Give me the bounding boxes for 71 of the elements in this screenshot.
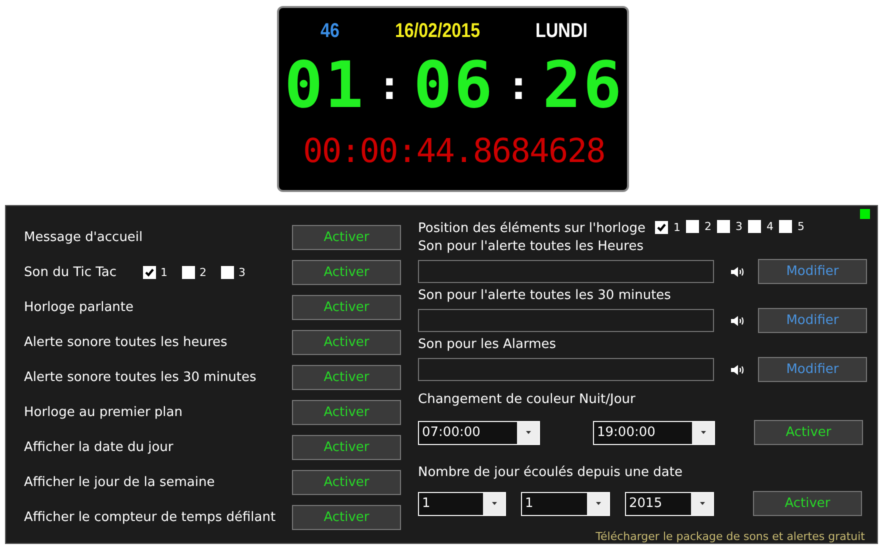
setting-label: Afficher le compteur de temps défilant	[24, 510, 276, 525]
speaker-icon[interactable]	[730, 266, 746, 278]
checkbox[interactable]	[686, 220, 700, 233]
checkbox[interactable]	[779, 220, 792, 233]
time-digits: 06	[413, 51, 495, 121]
sound-file-field[interactable]	[418, 260, 714, 283]
activate-button[interactable]: Activer	[292, 365, 401, 390]
activate-button[interactable]: Activer	[292, 225, 401, 250]
setting-label: Alerte sonore toutes les heures	[24, 335, 228, 350]
sound-file-field[interactable]	[418, 358, 714, 381]
setting-label: Message d'accueil	[24, 230, 143, 245]
activate-button[interactable]: Activer	[292, 330, 401, 355]
activate-button[interactable]: Activer	[292, 470, 401, 495]
activate-button[interactable]: Activer	[292, 295, 401, 320]
setting-label: Afficher la date du jour	[24, 440, 174, 455]
activate-button[interactable]: Activer	[754, 420, 863, 445]
caret-icon	[700, 431, 706, 434]
caret-icon	[700, 502, 704, 505]
modify-button[interactable]: Modifier	[758, 259, 867, 284]
setting-label: Changement de couleur Nuit/Jour	[418, 392, 636, 408]
weekday-text: LUNDI	[536, 20, 588, 43]
setting-label: Horloge parlante	[24, 300, 134, 315]
modify-button[interactable]: Modifier	[758, 308, 867, 333]
setting-label: Son pour l'alerte toutes les Heures	[418, 239, 644, 255]
setting-label: Horloge au premier plan	[24, 405, 182, 420]
checkbox-label: 5	[797, 220, 804, 233]
activate-button[interactable]: Activer	[753, 491, 862, 516]
setting-label: Position des éléments sur l'horloge	[418, 220, 646, 236]
checkbox-label: 2	[704, 220, 712, 233]
time-separator: :	[506, 62, 531, 111]
checkbox-label: 1	[160, 266, 168, 279]
dropdown-field[interactable]: 2015	[625, 492, 714, 516]
time-separator: :	[377, 62, 402, 111]
modify-button[interactable]: Modifier	[758, 357, 867, 382]
checkbox-label: 2	[200, 266, 207, 279]
setting-label: Nombre de jour écoulés depuis une date	[418, 465, 684, 481]
setting-label: Alerte sonore toutes les 30 minutes	[24, 370, 256, 385]
setting-label: Son pour l'alerte toutes les 30 minutes	[418, 288, 672, 304]
setting-label: Afficher le jour de la semaine	[24, 475, 215, 490]
dropdown-field[interactable]: 07:00:00	[418, 420, 540, 444]
week-number: 46	[320, 20, 340, 43]
checkbox-label: 3	[735, 220, 742, 233]
date-text: 16/02/2015	[394, 20, 480, 43]
checkbox-label: 3	[238, 266, 246, 279]
activate-button[interactable]: Activer	[292, 400, 401, 425]
caret-icon	[526, 431, 530, 434]
activate-button[interactable]: Activer	[292, 260, 401, 285]
checkbox[interactable]	[182, 266, 195, 279]
checkbox[interactable]	[655, 221, 668, 234]
activate-button[interactable]: Activer	[292, 505, 401, 530]
caret-icon	[492, 502, 496, 505]
checkbox[interactable]	[220, 266, 234, 279]
speaker-icon[interactable]	[730, 314, 746, 326]
speaker-icon[interactable]	[730, 364, 746, 376]
download-link[interactable]: Télécharger le package de sons et alertes gratuit	[418, 530, 865, 543]
checkbox[interactable]	[717, 220, 730, 233]
activate-button[interactable]: Activer	[292, 435, 401, 460]
checkbox-label: 1	[673, 221, 680, 234]
dropdown-field[interactable]: 19:00:00	[593, 420, 715, 444]
setting-label: Son du Tic Tac	[24, 265, 117, 280]
dropdown-field[interactable]: 1	[521, 492, 610, 516]
checkbox[interactable]	[142, 266, 156, 279]
time-digits: 01	[284, 51, 366, 121]
dropdown-field[interactable]: 1	[418, 492, 506, 516]
checkbox-label: 4	[766, 220, 774, 233]
checkbox[interactable]	[748, 220, 762, 233]
elapsed-counter: 00:00:44.8684628	[302, 131, 606, 170]
time-digits: 26	[542, 51, 624, 121]
setting-label: Son pour les Alarmes	[418, 337, 558, 353]
caret-icon	[596, 502, 600, 505]
sound-file-field[interactable]	[418, 309, 714, 332]
